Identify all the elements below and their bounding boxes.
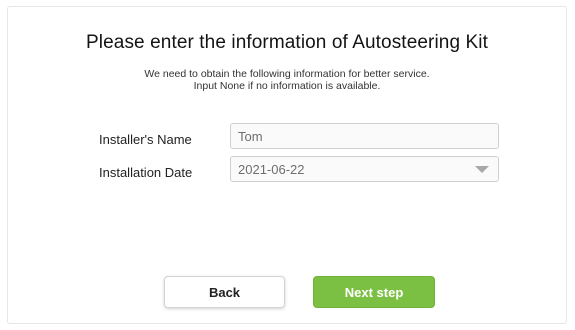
- installer-name-label: Installer's Name: [99, 132, 192, 147]
- installation-date-value: 2021-06-22: [238, 161, 305, 177]
- page-subtitle-line2: Input None if no information is availabl…: [193, 80, 381, 92]
- page-title: Please enter the information of Autostee…: [86, 32, 488, 53]
- back-button[interactable]: Back: [164, 276, 285, 308]
- chevron-down-icon[interactable]: [475, 165, 489, 173]
- page-subtitle-line1: We need to obtain the following informat…: [144, 68, 430, 80]
- installer-name-input[interactable]: [230, 123, 499, 149]
- installation-date-label: Installation Date: [99, 165, 193, 180]
- next-step-button[interactable]: Next step: [313, 276, 435, 308]
- installation-date-select[interactable]: 2021-06-22: [230, 156, 499, 182]
- dialog-panel: Please enter the information of Autostee…: [7, 6, 567, 324]
